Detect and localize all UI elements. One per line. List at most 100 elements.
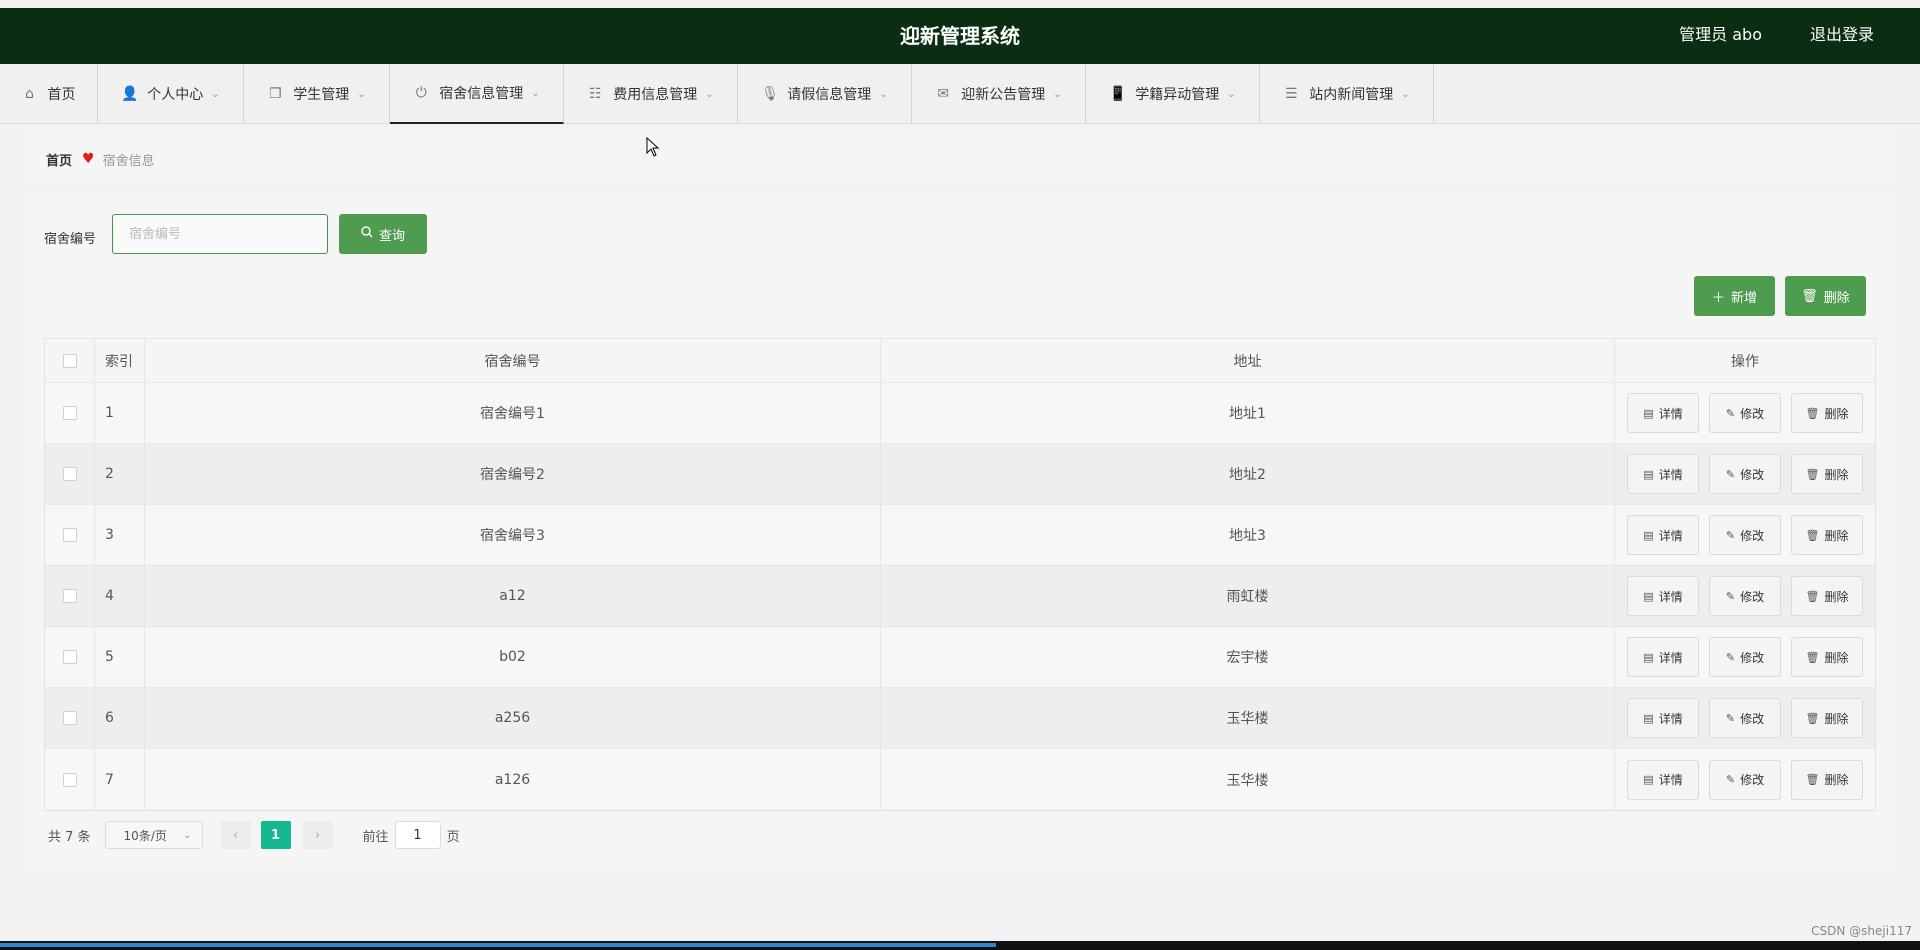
chevron-right-icon: › (314, 827, 321, 843)
breadcrumb-home[interactable]: 首页 (46, 150, 72, 169)
header-checkbox-cell (45, 339, 95, 382)
prev-page-button[interactable]: ‹ (220, 821, 251, 849)
nav-item-label: 站内新闻管理 (1309, 87, 1394, 103)
search-input[interactable] (112, 214, 328, 254)
row-dorm-no: 宿舍编号3 (145, 505, 881, 565)
document-icon: ▤ (1643, 650, 1654, 664)
delete-button[interactable]: 🗑 删除 (1791, 576, 1863, 616)
delete-label: 删除 (1824, 773, 1849, 787)
edit-button[interactable]: ✎ 修改 (1709, 454, 1781, 494)
delete-button[interactable]: 🗑 删除 (1791, 515, 1863, 555)
row-checkbox[interactable] (62, 406, 77, 420)
table-row: 4 a12 雨虹楼 ▤ 详情 ✎ 修改 🗑 删除 (45, 566, 1875, 627)
edit-button[interactable]: ✎ 修改 (1709, 576, 1781, 616)
top-header: 迎新管理系统 管理员 abo 退出登录 (0, 8, 1920, 64)
row-checkbox[interactable] (62, 772, 77, 787)
row-checkbox[interactable] (62, 650, 77, 664)
delete-button[interactable]: 🗑 删除 (1791, 454, 1863, 494)
edit-button[interactable]: ✎ 修改 (1709, 759, 1781, 800)
row-address: 地址2 (881, 444, 1615, 504)
detail-button[interactable]: ▤ 详情 (1627, 759, 1699, 800)
edit-button[interactable]: ✎ 修改 (1709, 698, 1781, 738)
table-row: 6 a256 玉华楼 ▤ 详情 ✎ 修改 🗑 删除 (45, 688, 1875, 749)
batch-delete-button[interactable]: 🗑 删除 (1785, 276, 1866, 316)
row-ops: ▤ 详情 ✎ 修改 🗑 删除 (1615, 627, 1875, 687)
nav-item-0[interactable]: ⌂ 首页 (0, 64, 98, 124)
copy-icon: ❐ (269, 86, 282, 102)
detail-button[interactable]: ▤ 详情 (1627, 637, 1699, 677)
detail-button[interactable]: ▤ 详情 (1627, 576, 1699, 616)
nav-item-4[interactable]: ☷ 费用信息管理 ⌄ (564, 64, 738, 124)
delete-button[interactable]: 🗑 删除 (1791, 759, 1863, 800)
page-size-select[interactable]: 10条/页 ⌄ (104, 821, 203, 849)
table-row: 1 宿舍编号1 地址1 ▤ 详情 ✎ 修改 🗑 删除 (45, 383, 1875, 444)
detail-button[interactable]: ▤ 详情 (1627, 393, 1699, 433)
sliders-icon: ☷ (589, 86, 602, 102)
nav-item-5[interactable]: 🎙 请假信息管理 ⌄ (738, 64, 912, 124)
pencil-icon: ✎ (1725, 406, 1736, 420)
page-number-current[interactable]: 1 (260, 821, 291, 849)
app-title: 迎新管理系统 (900, 24, 1020, 48)
pencil-icon: ✎ (1725, 711, 1736, 725)
detail-button[interactable]: ▤ 详情 (1627, 454, 1699, 494)
chevron-down-icon: ⌄ (1053, 88, 1062, 100)
add-button[interactable]: ＋ 新增 (1694, 276, 1775, 316)
nav-item-label: 迎新公告管理 (961, 87, 1046, 103)
search-button[interactable]: 查询 (339, 214, 427, 254)
edit-button[interactable]: ✎ 修改 (1709, 515, 1781, 555)
edit-button[interactable]: ✎ 修改 (1709, 393, 1781, 433)
mouse-cursor-icon (646, 137, 660, 157)
page-size-value: 10条/页 (123, 828, 167, 843)
row-checkbox[interactable] (62, 467, 77, 481)
nav-item-label: 首页 (47, 87, 76, 103)
row-checkbox[interactable] (62, 589, 77, 603)
pencil-icon: ✎ (1725, 773, 1736, 786)
nav-item-3[interactable]: ⏻ 宿舍信息管理 ⌄ (390, 64, 564, 124)
content-panel: 宿舍编号 查询 ＋ 新增 🗑 删除 索引 宿舍编号 地址 操作 1宿舍编号1地址… (24, 194, 1896, 870)
table-row: 3 宿舍编号3 地址3 ▤ 详情 ✎ 修改 🗑 删除 (45, 505, 1875, 566)
row-checkbox[interactable] (62, 711, 77, 725)
header-dorm-no: 宿舍编号 (145, 339, 881, 382)
batch-delete-label: 删除 (1823, 290, 1850, 306)
row-checkbox-cell (45, 444, 95, 504)
trash-icon: 🗑 (1805, 773, 1820, 786)
edit-button[interactable]: ✎ 修改 (1709, 637, 1781, 677)
watermark: CSDN @sheji117 (1811, 924, 1912, 938)
nav-item-6[interactable]: ✉ 迎新公告管理 ⌄ (912, 64, 1086, 124)
select-all-checkbox[interactable] (62, 353, 77, 368)
chevron-down-icon: ⌄ (1401, 88, 1410, 100)
chevron-down-icon: ⌄ (357, 88, 366, 100)
phone-icon: 📱 (1109, 86, 1127, 102)
goto-page-input[interactable] (394, 821, 441, 849)
row-address: 雨虹楼 (881, 566, 1615, 626)
nav-item-label: 学籍异动管理 (1135, 87, 1220, 103)
delete-button[interactable]: 🗑 删除 (1791, 637, 1863, 677)
mail-icon: ✉ (937, 86, 950, 102)
delete-label: 删除 (1824, 467, 1849, 482)
logout-button[interactable]: 退出登录 (1810, 8, 1874, 62)
dorm-table: 索引 宿舍编号 地址 操作 1 宿舍编号1 地址1 ▤ 详情 ✎ 修改 🗑 删除 2 宿舍编号2 地址… (44, 338, 1876, 811)
trash-icon: 🗑 (1805, 589, 1820, 603)
row-address: 宏宇楼 (881, 627, 1615, 687)
row-ops: ▤ 详情 ✎ 修改 🗑 删除 (1615, 566, 1875, 626)
nav-item-1[interactable]: 👤 个人中心 ⌄ (98, 64, 244, 124)
chevron-left-icon: ‹ (232, 827, 239, 843)
heart-icon: ♥ (82, 151, 95, 167)
delete-label: 删除 (1824, 711, 1849, 726)
row-ops: ▤ 详情 ✎ 修改 🗑 删除 (1615, 444, 1875, 504)
detail-button[interactable]: ▤ 详情 (1627, 515, 1699, 555)
delete-button[interactable]: 🗑 删除 (1791, 698, 1863, 738)
delete-button[interactable]: 🗑 删除 (1791, 393, 1863, 433)
next-page-button[interactable]: › (302, 821, 333, 849)
search-icon (361, 226, 373, 242)
nav-item-label: 个人中心 (147, 87, 204, 103)
row-checkbox[interactable] (62, 528, 77, 542)
detail-button[interactable]: ▤ 详情 (1627, 698, 1699, 738)
row-index: 7 (95, 749, 145, 810)
progress-strip (0, 943, 996, 947)
nav-item-2[interactable]: ❐ 学生管理 ⌄ (244, 64, 390, 124)
trash-icon: 🗑 (1805, 650, 1820, 664)
nav-item-7[interactable]: 📱 学籍异动管理 ⌄ (1086, 64, 1260, 124)
nav-item-8[interactable]: ☰ 站内新闻管理 ⌄ (1260, 64, 1434, 124)
table-header-row: 索引 宿舍编号 地址 操作 (45, 339, 1875, 383)
